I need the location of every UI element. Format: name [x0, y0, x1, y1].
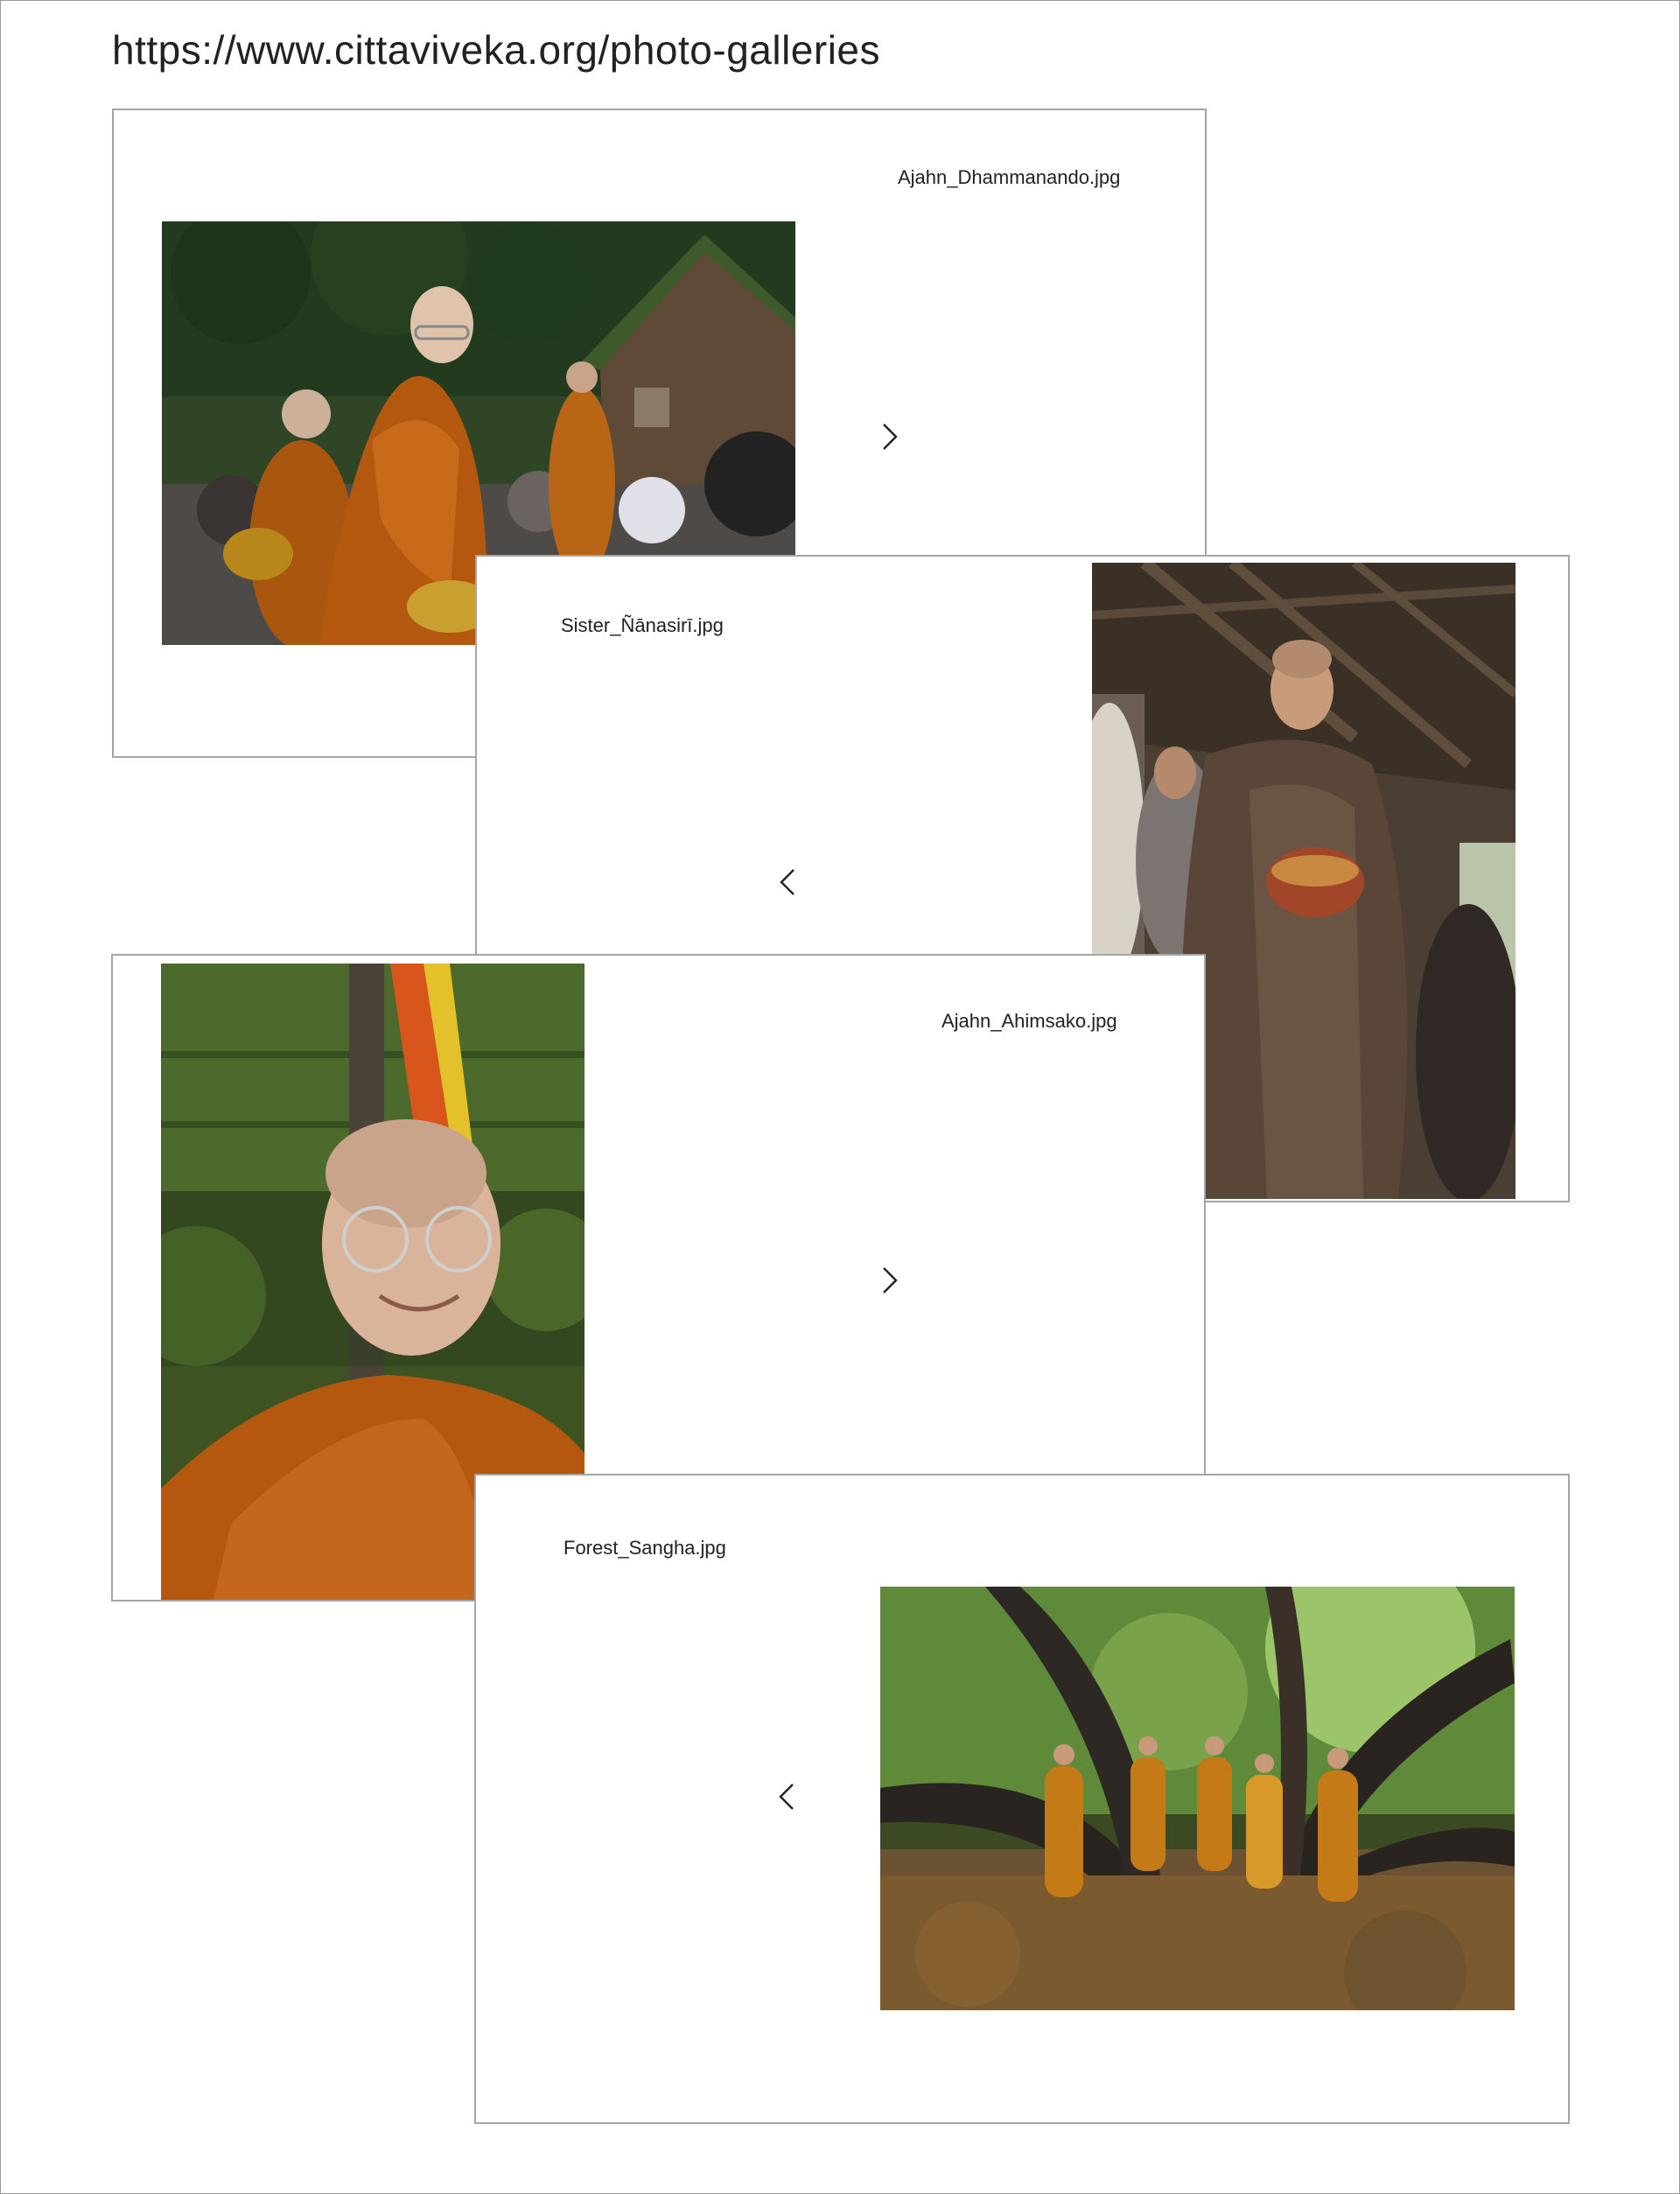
photo-caption: Sister_Ñānasirī.jpg: [561, 614, 724, 636]
page-url: https://www.cittaviveka.org/photo-galler…: [112, 27, 881, 73]
photo-caption: Ajahn_Dhammanando.jpg: [898, 166, 1121, 188]
gallery-card-forest-sangha: Forest_Sangha.jpg: [474, 1474, 1570, 2124]
photo-caption: Forest_Sangha.jpg: [564, 1537, 726, 1559]
chevron-right-icon[interactable]: [878, 1265, 901, 1295]
photo-forest-sangha[interactable]: [880, 1587, 1515, 2010]
photo-caption: Ajahn_Ahimsako.jpg: [942, 1010, 1117, 1032]
chevron-left-icon[interactable]: [776, 867, 799, 897]
chevron-left-icon[interactable]: [775, 1782, 798, 1812]
chevron-right-icon[interactable]: [878, 422, 901, 452]
